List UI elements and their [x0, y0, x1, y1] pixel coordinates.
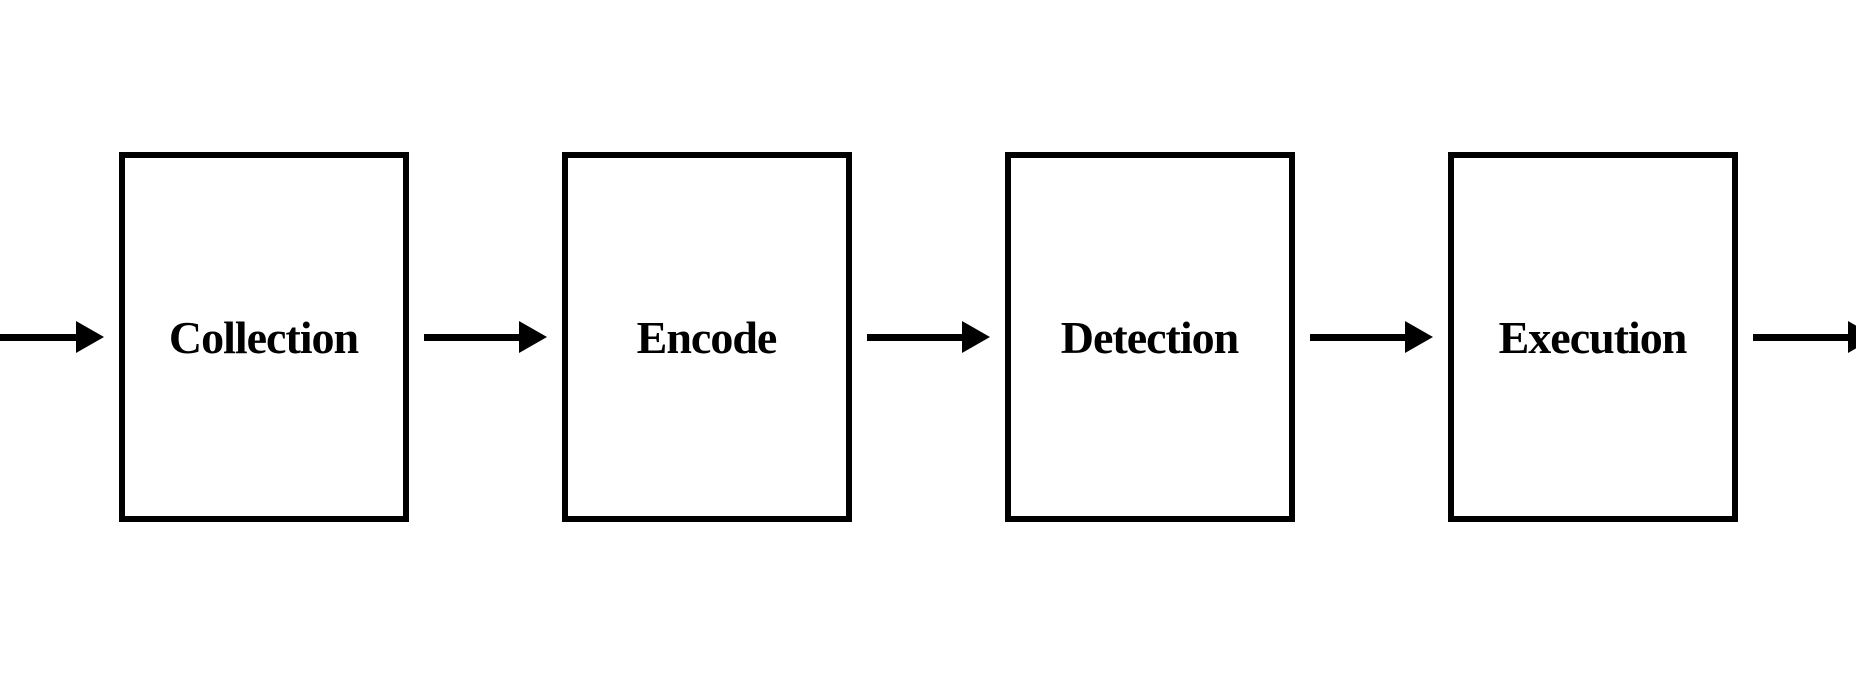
flow-box-label: Detection [1061, 311, 1238, 364]
arrow-line [0, 334, 76, 341]
arrow-line [424, 334, 519, 341]
arrow-connector [867, 321, 990, 353]
arrow-connector [1310, 321, 1433, 353]
flow-box-label: Execution [1499, 311, 1687, 364]
flow-box-encode: Encode [562, 152, 852, 522]
flow-box-execution: Execution [1448, 152, 1738, 522]
arrow-output [1753, 321, 1856, 353]
arrow-line [1753, 334, 1848, 341]
flow-box-detection: Detection [1005, 152, 1295, 522]
arrow-head-icon [1848, 321, 1856, 353]
arrow-head-icon [962, 321, 990, 353]
flow-diagram: Collection Encode Detection Execution [0, 152, 1856, 522]
flow-box-label: Encode [637, 311, 777, 364]
flow-box-collection: Collection [119, 152, 409, 522]
arrow-input [0, 321, 104, 353]
arrow-connector [424, 321, 547, 353]
arrow-head-icon [76, 321, 104, 353]
arrow-line [867, 334, 962, 341]
arrow-line [1310, 334, 1405, 341]
arrow-head-icon [519, 321, 547, 353]
arrow-head-icon [1405, 321, 1433, 353]
flow-box-label: Collection [169, 311, 358, 364]
